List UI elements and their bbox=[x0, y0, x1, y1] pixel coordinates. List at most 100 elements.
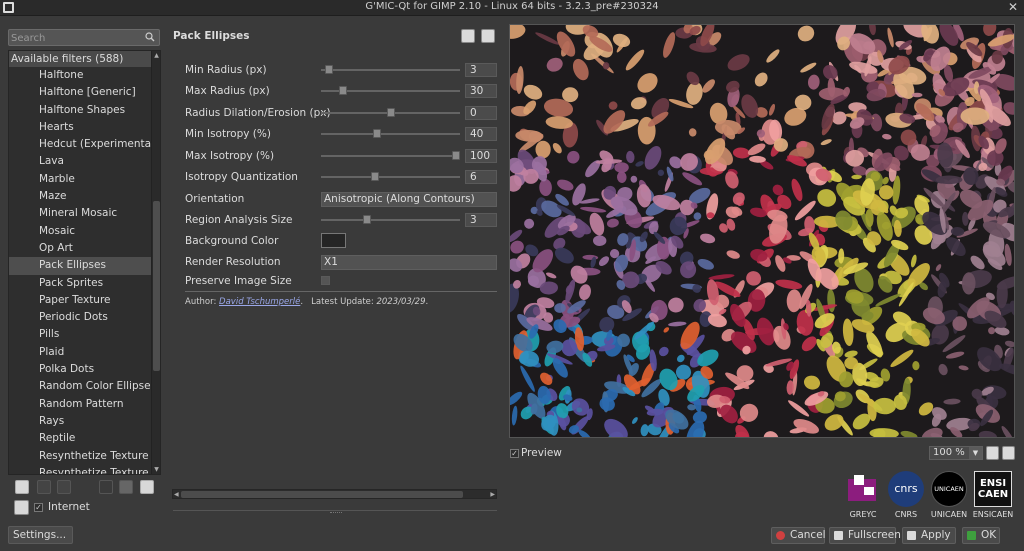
filter-item[interactable]: Random Pattern bbox=[9, 396, 152, 413]
filter-item[interactable]: Polka Dots bbox=[9, 361, 152, 378]
settings-button[interactable]: Settings... bbox=[8, 526, 73, 544]
search-input[interactable] bbox=[11, 31, 141, 45]
filter-item[interactable]: Reptile bbox=[9, 430, 152, 447]
param-spinbox[interactable]: 40 bbox=[465, 127, 497, 141]
parameters-hscrollbar[interactable]: ◀ ▶ bbox=[172, 489, 497, 499]
greyc-logo-mark bbox=[848, 475, 876, 501]
slider-track bbox=[321, 176, 460, 178]
preview-mosaic bbox=[510, 25, 1014, 437]
filter-item[interactable]: Plaid bbox=[9, 344, 152, 361]
cancel-button[interactable]: Cancel bbox=[771, 527, 826, 544]
filter-item[interactable]: Rays bbox=[9, 413, 152, 430]
param-spinbox[interactable]: 6 bbox=[465, 170, 497, 184]
param-slider[interactable] bbox=[321, 215, 460, 225]
cancel-icon bbox=[776, 531, 785, 540]
filter-item[interactable]: Halftone Shapes bbox=[9, 102, 152, 119]
param-slider[interactable] bbox=[321, 65, 460, 75]
filter-item[interactable]: Mineral Mosaic bbox=[9, 205, 152, 222]
reset-parameters-icon[interactable] bbox=[481, 29, 495, 43]
filter-item[interactable]: Periodic Dots bbox=[9, 309, 152, 326]
scroll-left-icon[interactable]: ◀ bbox=[174, 490, 179, 499]
zoom-in-icon[interactable] bbox=[986, 446, 999, 460]
filter-item[interactable]: Resynthetize Texture [FFT] bbox=[9, 448, 152, 465]
ok-button[interactable]: OK bbox=[962, 527, 1000, 544]
slider-track bbox=[321, 133, 460, 135]
rename-favorite-icon[interactable] bbox=[37, 480, 51, 494]
zoom-value: 100 % bbox=[933, 447, 965, 458]
hscroll-thumb[interactable] bbox=[181, 491, 463, 498]
filter-item[interactable]: Mosaic bbox=[9, 223, 152, 240]
preview-image[interactable] bbox=[509, 24, 1015, 438]
param-slider[interactable] bbox=[321, 86, 460, 96]
slider-handle[interactable] bbox=[386, 108, 395, 117]
param-combobox[interactable]: X1 bbox=[321, 255, 497, 270]
scroll-up-icon[interactable]: ▲ bbox=[153, 52, 160, 59]
filter-item[interactable]: Resynthetize Texture [Patch-Based] bbox=[9, 465, 152, 474]
zoom-field[interactable]: 100 % ▼ bbox=[929, 446, 983, 460]
filter-list[interactable]: Available filters (588) Halftone Halftone… bbox=[8, 50, 161, 475]
preserve-image-size-checkbox[interactable] bbox=[321, 276, 330, 285]
scroll-down-icon[interactable]: ▼ bbox=[153, 466, 160, 473]
download-icon[interactable] bbox=[140, 480, 154, 494]
copy-to-clipboard-icon[interactable] bbox=[461, 29, 475, 43]
slider-handle[interactable] bbox=[339, 86, 348, 95]
apply-button[interactable]: Apply bbox=[902, 527, 956, 544]
filter-item[interactable]: Op Art bbox=[9, 240, 152, 257]
filter-item[interactable]: Pack Ellipses bbox=[9, 257, 152, 275]
param-spinbox[interactable]: 3 bbox=[465, 63, 497, 77]
splitter-grip[interactable] bbox=[330, 512, 342, 514]
author-link[interactable]: David Tschumperlé bbox=[219, 297, 300, 307]
param-spinbox[interactable]: 0 bbox=[465, 106, 497, 120]
filter-item[interactable]: Pills bbox=[9, 326, 152, 343]
slider-handle[interactable] bbox=[373, 129, 382, 138]
filter-item[interactable]: Halftone [Generic] bbox=[9, 84, 152, 101]
expand-icon[interactable] bbox=[119, 480, 133, 494]
param-slider[interactable] bbox=[321, 108, 460, 118]
slider-handle[interactable] bbox=[370, 172, 379, 181]
filter-list-scrollbar[interactable]: ▲ ▼ bbox=[151, 51, 160, 474]
ok-label: OK bbox=[981, 529, 997, 541]
slider-handle[interactable] bbox=[452, 151, 460, 160]
filter-item[interactable]: Paper Texture bbox=[9, 292, 152, 309]
filter-item[interactable]: Marble bbox=[9, 171, 152, 188]
scrollbar-thumb[interactable] bbox=[153, 201, 160, 371]
slider-track bbox=[321, 69, 460, 71]
zoom-reset-icon[interactable] bbox=[1002, 446, 1015, 460]
greyc-logo: GREYC bbox=[844, 471, 882, 519]
refresh-icon[interactable] bbox=[14, 500, 29, 515]
scroll-right-icon[interactable]: ▶ bbox=[490, 490, 495, 499]
background-color-swatch[interactable] bbox=[321, 233, 346, 248]
filter-item[interactable]: Pack Sprites bbox=[9, 275, 152, 292]
internet-label: Internet bbox=[48, 501, 90, 513]
filter-item[interactable]: Lava bbox=[9, 153, 152, 170]
filter-item[interactable]: Hedcut (Experimental) bbox=[9, 136, 152, 153]
param-combobox[interactable]: Anisotropic (Along Contours) bbox=[321, 192, 497, 207]
param-slider[interactable] bbox=[321, 172, 460, 182]
chevron-down-icon[interactable]: ▼ bbox=[969, 447, 982, 459]
search-box[interactable] bbox=[8, 29, 160, 46]
filter-item[interactable]: Maze bbox=[9, 188, 152, 205]
slider-handle[interactable] bbox=[362, 215, 371, 224]
param-spinbox[interactable]: 100 bbox=[465, 149, 497, 163]
add-favorite-icon[interactable] bbox=[15, 480, 29, 494]
param-slider[interactable] bbox=[321, 151, 460, 161]
internet-checkbox[interactable]: ✓ bbox=[34, 503, 43, 512]
ensicaen-logo-mark: ENSI CAEN bbox=[974, 471, 1012, 507]
param-label: Render Resolution bbox=[185, 256, 281, 268]
remove-favorite-icon[interactable] bbox=[57, 480, 71, 494]
filter-item[interactable]: Halftone bbox=[9, 67, 152, 84]
title-bar: G'MIC-Qt for GIMP 2.10 - Linux 64 bits -… bbox=[0, 0, 1024, 16]
param-slider[interactable] bbox=[321, 129, 460, 139]
apply-label: Apply bbox=[921, 529, 951, 541]
fullscreen-button[interactable]: Fullscreen bbox=[829, 527, 901, 544]
slider-handle[interactable] bbox=[324, 65, 333, 74]
cnrs-caption: CNRS bbox=[894, 510, 918, 519]
filter-item[interactable]: Random Color Ellipses bbox=[9, 378, 152, 395]
filter-item[interactable]: Hearts bbox=[9, 119, 152, 136]
author-suffix: . bbox=[300, 297, 304, 307]
visibility-icon[interactable] bbox=[99, 480, 113, 494]
preview-checkbox[interactable]: ✓ bbox=[510, 449, 519, 458]
param-spinbox[interactable]: 3 bbox=[465, 213, 497, 227]
param-spinbox[interactable]: 30 bbox=[465, 84, 497, 98]
close-icon[interactable]: ✕ bbox=[1008, 0, 1018, 14]
